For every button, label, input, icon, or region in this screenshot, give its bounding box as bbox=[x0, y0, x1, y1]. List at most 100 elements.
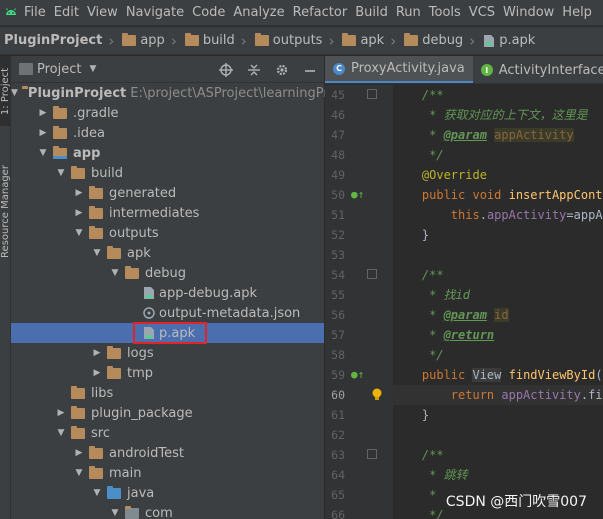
menu-build[interactable]: Build bbox=[351, 0, 392, 26]
project-view-selector[interactable]: Project bbox=[37, 62, 81, 77]
tree-item-logs[interactable]: ▶ logs bbox=[11, 343, 324, 363]
expand-arrow-icon[interactable]: ▼ bbox=[73, 463, 85, 483]
folder-icon bbox=[404, 33, 419, 46]
tree-item--gradle[interactable]: ▶ .gradle bbox=[11, 103, 324, 123]
chevron-down-icon[interactable]: ▼ bbox=[89, 64, 96, 74]
tree-item-build[interactable]: ▼ build bbox=[11, 163, 324, 183]
tab-activityinterface-java[interactable]: I ActivityInterface.java bbox=[473, 56, 603, 83]
expand-arrow-icon[interactable]: ▼ bbox=[37, 143, 49, 163]
tree-item-intermediates[interactable]: ▶ intermediates bbox=[11, 203, 324, 223]
tree-item-generated[interactable]: ▶ generated bbox=[11, 183, 324, 203]
expand-arrow-icon[interactable]: ▼ bbox=[91, 243, 103, 263]
folder-icon bbox=[107, 345, 121, 359]
code-area[interactable]: /** * 获取对应的上下文，这里是 * @param appActivity … bbox=[393, 85, 603, 519]
breadcrumb-item[interactable]: apk › bbox=[338, 32, 400, 50]
line-number: 64 bbox=[325, 465, 393, 485]
collapse-arrow-icon[interactable]: ▶ bbox=[73, 183, 85, 203]
breadcrumb-item[interactable]: p.apk bbox=[479, 33, 535, 48]
collapse-arrow-icon[interactable]: ▶ bbox=[73, 203, 85, 223]
tree-item-androidtest[interactable]: ▶ androidTest bbox=[11, 443, 324, 463]
folder-icon bbox=[71, 385, 85, 399]
tree-item-label: .gradle bbox=[73, 105, 119, 121]
expand-arrow-icon[interactable]: ▼ bbox=[109, 503, 121, 519]
menu-analyze[interactable]: Analyze bbox=[229, 0, 288, 26]
tree-item-label: intermediates bbox=[109, 205, 200, 221]
tree-item-outputs[interactable]: ▼ outputs bbox=[11, 223, 324, 243]
override-marker-icon[interactable]: ●↑ bbox=[351, 185, 364, 205]
code-token: this bbox=[393, 208, 480, 222]
tab-proxyactivity-java[interactable]: C ProxyActivity.java bbox=[325, 56, 473, 83]
tab-project-tool-window[interactable]: 1: Project bbox=[0, 56, 11, 126]
menu-run[interactable]: Run bbox=[392, 0, 425, 26]
line-number: 45 bbox=[325, 85, 393, 105]
breadcrumb-item[interactable]: build › bbox=[181, 32, 251, 50]
fold-marker-icon[interactable] bbox=[367, 269, 377, 279]
code-line: /** bbox=[393, 265, 603, 285]
expand-arrow-icon[interactable]: ▼ bbox=[55, 163, 67, 183]
code-token: . bbox=[479, 208, 487, 222]
locate-target-icon[interactable] bbox=[218, 62, 234, 78]
menu-file[interactable]: File bbox=[20, 0, 50, 26]
tree-item-apk[interactable]: ▼ apk bbox=[11, 243, 324, 263]
menu-navigate[interactable]: Navigate bbox=[122, 0, 188, 26]
tree-item--idea[interactable]: ▶ .idea bbox=[11, 123, 324, 143]
tab-resource-manager[interactable]: Resource Manager bbox=[0, 151, 11, 271]
menu-help[interactable]: Help bbox=[558, 0, 596, 26]
line-number: 58 bbox=[325, 345, 393, 365]
breadcrumb-item[interactable]: outputs › bbox=[251, 32, 339, 50]
tree-item-tmp[interactable]: ▶ tmp bbox=[11, 363, 324, 383]
expand-arrow-icon[interactable]: ▼ bbox=[55, 423, 67, 443]
tree-item-output-metadata-json[interactable]: output-metadata.json bbox=[11, 303, 324, 323]
collapse-arrow-icon[interactable]: ▶ bbox=[37, 103, 49, 123]
tree-item-src[interactable]: ▼ src bbox=[11, 423, 324, 443]
collapse-arrow-icon[interactable]: ▶ bbox=[91, 343, 103, 363]
tree-item-app-debug-apk[interactable]: app-debug.apk bbox=[11, 283, 324, 303]
tree-item-java[interactable]: ▼ java bbox=[11, 483, 324, 503]
menu-edit[interactable]: Edit bbox=[50, 0, 83, 26]
code-line: * @param appActivity bbox=[393, 125, 603, 145]
breadcrumb-label: debug bbox=[422, 33, 464, 48]
collapse-arrow-icon[interactable]: ▶ bbox=[73, 443, 85, 463]
collapse-arrow-icon[interactable]: ▶ bbox=[91, 363, 103, 383]
breadcrumb-item[interactable]: PluginProject › bbox=[0, 32, 118, 50]
menu-vcs[interactable]: VCS bbox=[465, 0, 499, 26]
code-line: } bbox=[393, 405, 603, 425]
fold-marker-icon[interactable] bbox=[367, 89, 377, 99]
expand-arrow-icon[interactable]: ▼ bbox=[109, 263, 121, 283]
tree-item-debug[interactable]: ▼ debug bbox=[11, 263, 324, 283]
menu-code[interactable]: Code bbox=[188, 0, 229, 26]
breadcrumb-item[interactable]: app › bbox=[118, 32, 180, 50]
tree-item-label: libs bbox=[91, 385, 114, 401]
expand-arrow-icon[interactable]: ▼ bbox=[11, 83, 18, 103]
tree-item-libs[interactable]: libs bbox=[11, 383, 324, 403]
collapse-arrow-icon[interactable]: ▶ bbox=[55, 403, 67, 423]
watermark: CSDN @西门吹雪007 bbox=[445, 494, 587, 510]
lightbulb-icon[interactable] bbox=[371, 388, 383, 402]
collapse-arrow-icon[interactable]: ▶ bbox=[37, 123, 49, 143]
collapse-all-icon[interactable] bbox=[246, 62, 262, 78]
menu-window[interactable]: Window bbox=[499, 0, 558, 26]
project-panel-header: Project ▼ bbox=[11, 56, 324, 83]
minimize-icon[interactable] bbox=[302, 62, 318, 78]
tree-item-pluginproject[interactable]: ▼ PluginProject E:\project\ASProject\learn… bbox=[11, 83, 360, 103]
tree-item-plugin-package[interactable]: ▶ plugin_package bbox=[11, 403, 324, 423]
menu-tools[interactable]: Tools bbox=[425, 0, 465, 26]
folder-icon bbox=[71, 425, 85, 439]
code-token: @Override bbox=[393, 168, 487, 182]
tree-item-app[interactable]: ▼ app bbox=[11, 143, 324, 163]
tree-item-main[interactable]: ▼ main bbox=[11, 463, 324, 483]
gear-icon[interactable] bbox=[274, 62, 290, 78]
tree-item-com[interactable]: ▼ com bbox=[11, 503, 324, 519]
fold-marker-icon[interactable] bbox=[367, 449, 377, 459]
line-number: 60 bbox=[325, 385, 393, 405]
override-marker-icon[interactable]: ●↑ bbox=[351, 365, 364, 385]
expand-arrow-icon[interactable]: ▼ bbox=[91, 483, 103, 503]
menu-refactor[interactable]: Refactor bbox=[289, 0, 352, 26]
code-line: public void insertAppConte bbox=[393, 185, 603, 205]
breadcrumb-item[interactable]: debug › bbox=[400, 32, 479, 50]
code-line: @Override bbox=[393, 165, 603, 185]
tree-item-label: app-debug.apk bbox=[159, 285, 258, 301]
menu-view[interactable]: View bbox=[83, 0, 122, 26]
tree-item-label: main bbox=[109, 465, 142, 481]
expand-arrow-icon[interactable]: ▼ bbox=[73, 223, 85, 243]
